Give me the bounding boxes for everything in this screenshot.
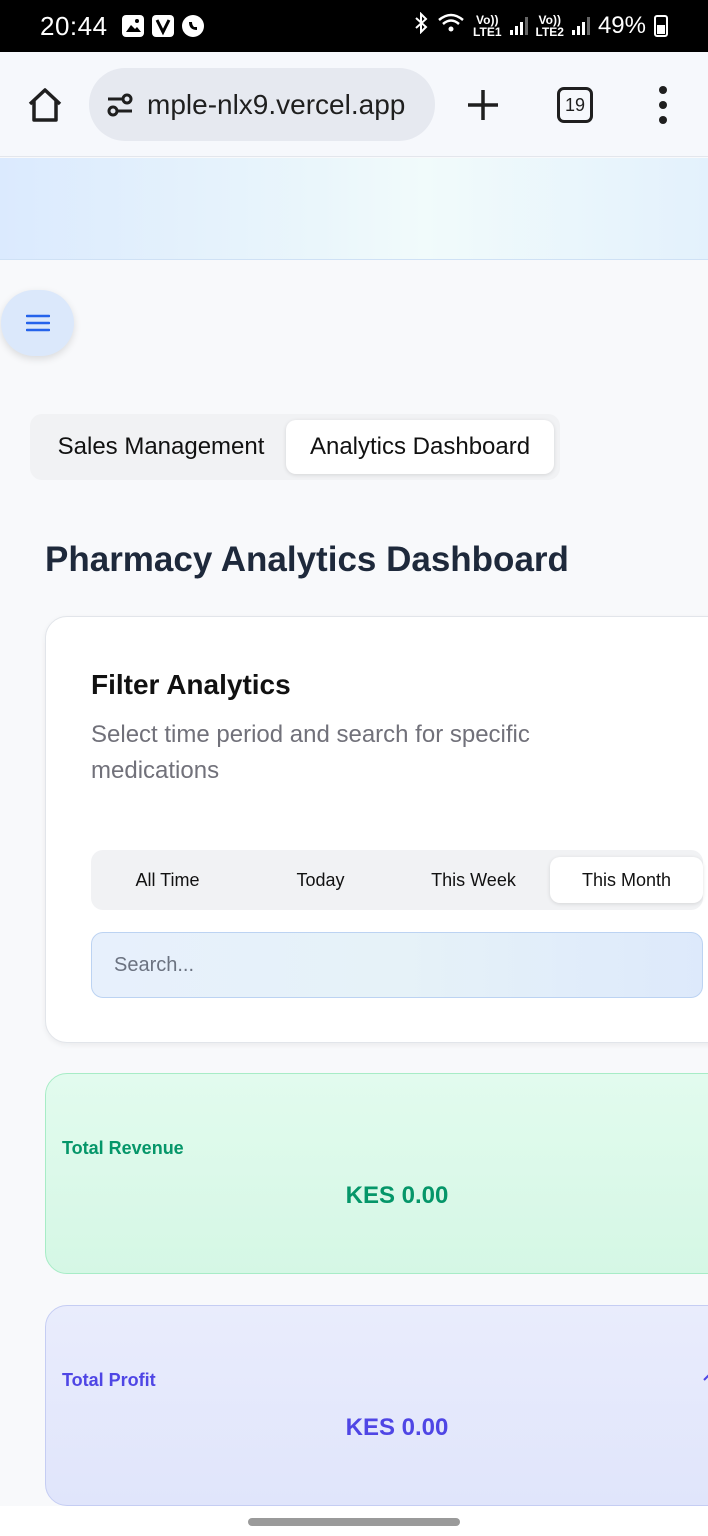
trend-icon	[703, 1374, 708, 1381]
section-tabs: Sales Management Analytics Dashboard	[30, 414, 560, 480]
filter-title: Filter Analytics	[91, 669, 291, 700]
status-bar: 20:44 Vo)) LTE1 Vo)) LTE2 49%	[0, 0, 708, 52]
status-time: 20:44	[40, 10, 108, 41]
wifi-icon	[437, 12, 465, 41]
home-button[interactable]	[25, 85, 65, 125]
sidebar-toggle-button[interactable]	[1, 290, 74, 356]
page-title: Pharmacy Analytics Dashboard	[45, 540, 569, 579]
tab-count: 19	[564, 94, 586, 115]
tab-analytics-dashboard[interactable]: Analytics Dashboard	[286, 420, 554, 474]
period-tab-this-month[interactable]: This Month	[550, 857, 703, 903]
period-tab-all-time[interactable]: All Time	[91, 857, 244, 903]
home-indicator[interactable]	[248, 1518, 460, 1526]
total-revenue-card: Total Revenue KES 0.00	[45, 1073, 708, 1274]
total-revenue-label: Total Revenue	[62, 1138, 184, 1158]
filter-description: Select time period and search for specif…	[91, 721, 530, 784]
filter-card: Filter Analytics Select time period and …	[45, 616, 708, 1043]
v-app-icon	[151, 15, 174, 37]
notification-icons	[121, 15, 204, 37]
total-revenue-value: KES 0.00	[345, 1182, 449, 1209]
system-icons: Vo)) LTE1 Vo)) LTE2 49%	[413, 11, 668, 41]
period-tab-this-week[interactable]: This Week	[397, 857, 550, 903]
lte1-indicator: Vo)) LTE1	[473, 13, 502, 39]
battery-percent: 49%	[597, 12, 646, 39]
lte2-indicator: Vo)) LTE2	[535, 13, 564, 39]
period-tab-today[interactable]: Today	[244, 857, 397, 903]
total-profit-card: Total Profit KES 0.00	[45, 1305, 708, 1506]
new-tab-button[interactable]	[464, 86, 502, 124]
search-input[interactable]	[91, 932, 703, 998]
gallery-icon	[121, 15, 144, 37]
total-profit-label: Total Profit	[62, 1370, 156, 1390]
signal-icon	[509, 17, 528, 35]
header-banner	[0, 158, 708, 260]
url-text: mple-nlx9.vercel.app	[147, 88, 406, 120]
browser-toolbar: mple-nlx9.vercel.app 19	[0, 52, 708, 157]
address-bar[interactable]: mple-nlx9.vercel.app	[89, 68, 435, 141]
battery-icon	[654, 15, 668, 37]
bluetooth-icon	[413, 11, 429, 41]
new-tab-icon	[468, 90, 498, 120]
more-menu-icon[interactable]	[655, 86, 671, 124]
total-profit-value: KES 0.00	[345, 1414, 449, 1441]
site-settings-icon[interactable]	[105, 90, 135, 120]
viber-icon	[181, 15, 204, 37]
hamburger-menu-icon	[25, 314, 50, 332]
home-icon	[28, 88, 62, 122]
signal-icon	[571, 17, 590, 35]
tab-sales-management[interactable]: Sales Management	[36, 420, 286, 474]
tab-switcher-button[interactable]: 19	[557, 87, 593, 123]
period-tabs: All Time Today This Week This Month	[91, 850, 703, 910]
